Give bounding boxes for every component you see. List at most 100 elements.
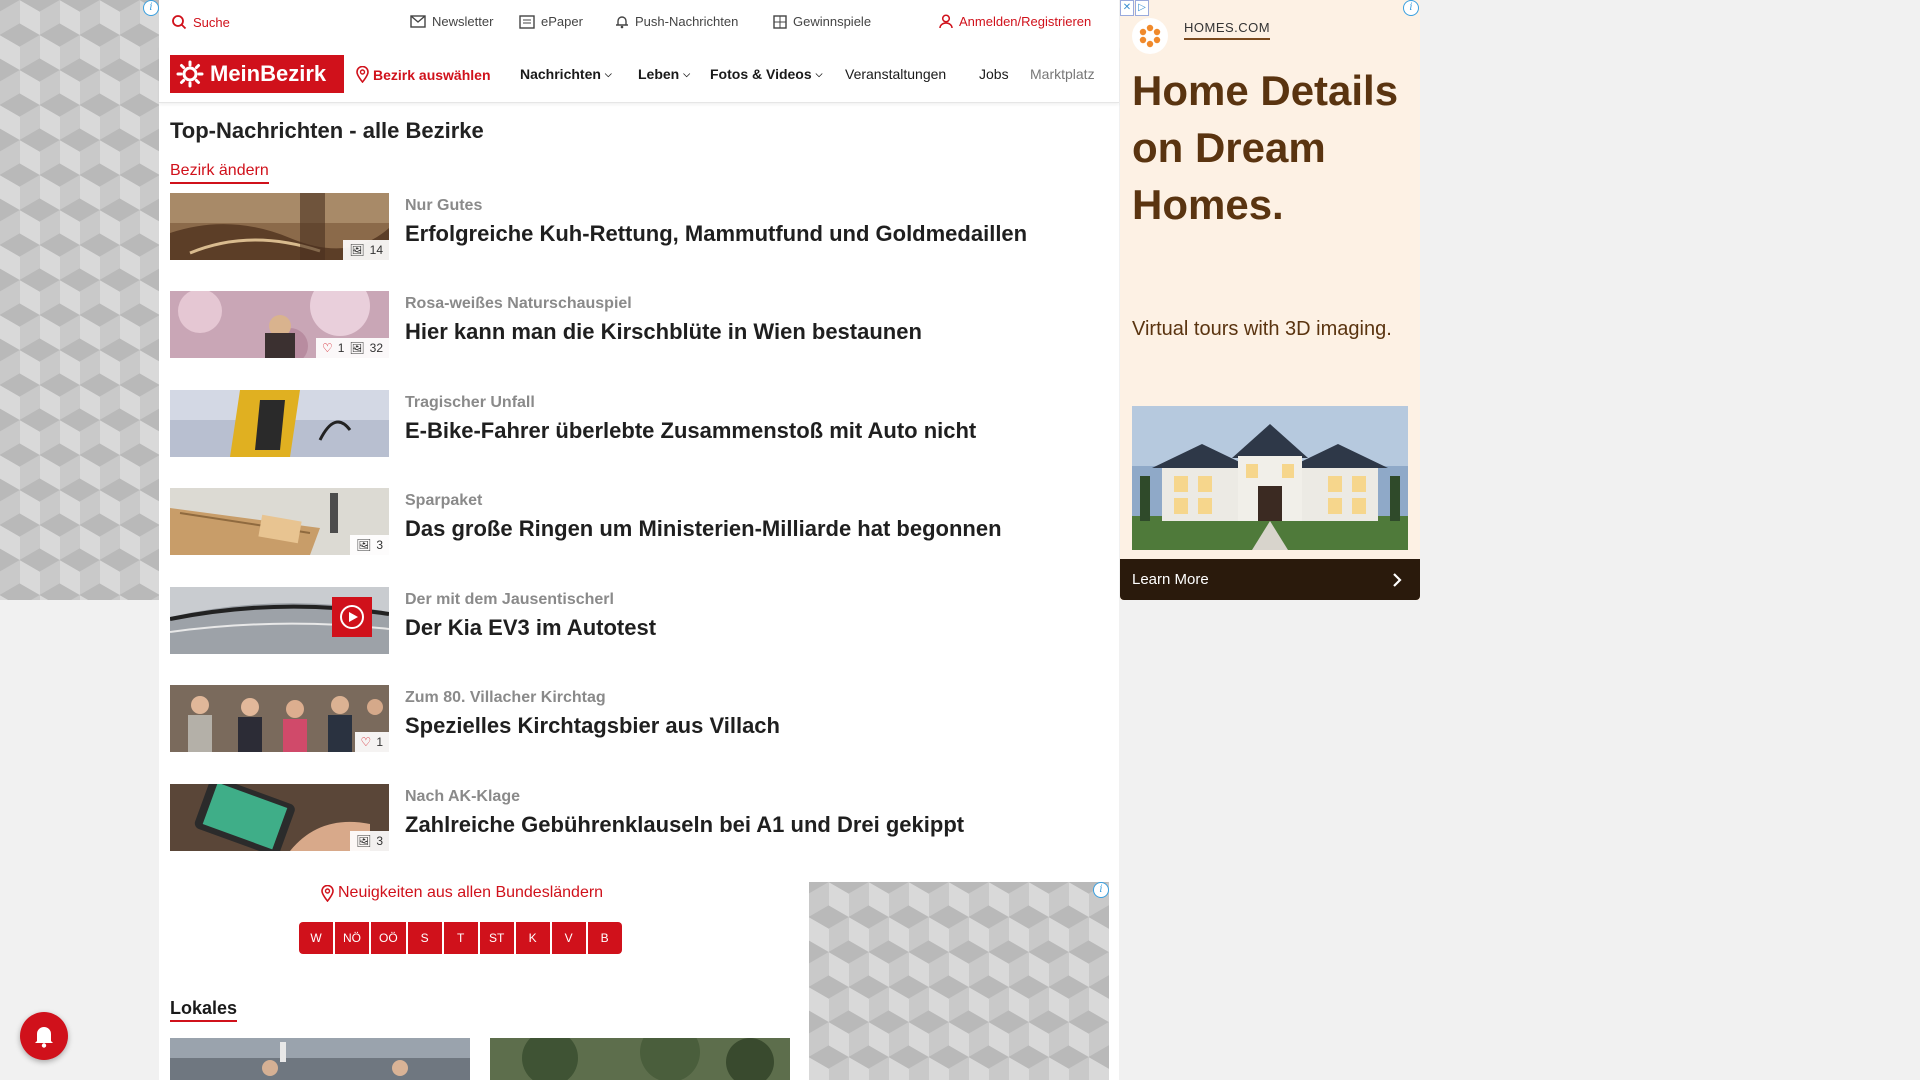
left-skyscraper-ad[interactable] bbox=[0, 0, 159, 600]
adchoices-icon[interactable]: ▷ bbox=[1135, 0, 1149, 16]
state-button-noe[interactable]: NÖ bbox=[335, 922, 369, 954]
sun-logo-icon bbox=[176, 60, 204, 88]
ad-choices[interactable]: ✕ ▷ bbox=[1120, 0, 1149, 16]
article-headline[interactable]: Erfolgreiche Kuh-Rettung, Mammutfund und… bbox=[405, 221, 1027, 247]
user-icon bbox=[939, 14, 953, 29]
local-article-image bbox=[490, 1038, 790, 1080]
nav-veranstaltungen-label: Veranstaltungen bbox=[845, 66, 947, 82]
federal-states-link[interactable]: Neuigkeiten aus allen Bundesländern bbox=[321, 884, 603, 902]
article-item[interactable]: 🖼 3 Sparpaket Das große Ringen um Minist… bbox=[170, 488, 1100, 556]
search-link[interactable]: Suche bbox=[171, 14, 230, 30]
article-thumbnail[interactable]: ♡ 1 🖼 32 bbox=[170, 291, 389, 358]
mail-icon bbox=[410, 15, 426, 28]
like-count: 1 bbox=[376, 735, 383, 749]
chevron-right-icon bbox=[1393, 572, 1402, 587]
state-button-b[interactable]: B bbox=[587, 922, 622, 954]
inline-ad[interactable] bbox=[809, 882, 1109, 1080]
search-label: Suche bbox=[193, 14, 230, 30]
nav-jobs-label: Jobs bbox=[979, 66, 1009, 82]
nav-leben-label: Leben bbox=[638, 66, 680, 82]
state-button-s[interactable]: S bbox=[407, 922, 442, 954]
article-thumbnail[interactable]: ♡ 1 bbox=[170, 685, 389, 752]
article-item[interactable]: Tragischer Unfall E-Bike-Fahrer überlebt… bbox=[170, 390, 1100, 458]
map-pin-icon bbox=[356, 66, 369, 83]
ad-subtext: Virtual tours with 3D imaging. bbox=[1132, 318, 1392, 340]
federal-states-buttons: W NÖ OÖ S T ST K V B bbox=[299, 922, 622, 954]
nav-nachrichten[interactable]: Nachrichten ⌵ bbox=[520, 66, 612, 82]
state-button-w[interactable]: W bbox=[299, 922, 333, 954]
cta-label: Learn More bbox=[1132, 571, 1209, 588]
gallery-icon: 🖼 bbox=[356, 834, 372, 848]
article-headline[interactable]: Hier kann man die Kirschblüte in Wien be… bbox=[405, 319, 922, 345]
logo-text: MeinBezirk bbox=[210, 61, 327, 86]
homes-ad[interactable]: HOMES.COM Home Details on Dream Homes. V… bbox=[1120, 0, 1420, 600]
image-count: 32 bbox=[369, 341, 383, 355]
engagement-badge: ♡ 1 🖼 32 bbox=[315, 338, 389, 358]
change-district-link[interactable]: Bezirk ändern bbox=[170, 162, 269, 184]
ad-info-icon[interactable]: i bbox=[1403, 0, 1419, 16]
article-headline[interactable]: Zahlreiche Gebührenklauseln bei A1 und D… bbox=[405, 812, 964, 838]
article-headline[interactable]: Spezielles Kirchtagsbier aus Villach bbox=[405, 713, 780, 739]
state-button-st[interactable]: ST bbox=[479, 922, 514, 954]
main-column: Suche Newsletter ePaper Push-Nachrichten… bbox=[159, 0, 1119, 1080]
nav-marktplatz[interactable]: Marktplatz bbox=[1030, 66, 1110, 82]
article-thumbnail[interactable]: 🖼 3 bbox=[170, 784, 389, 851]
nav-marktplatz-label: Marktplatz bbox=[1030, 66, 1095, 82]
heart-icon: ♡ bbox=[360, 735, 372, 749]
local-article-thumbnail[interactable] bbox=[170, 1038, 470, 1080]
article-item[interactable]: 🖼 14 Nur Gutes Erfolgreiche Kuh-Rettung,… bbox=[170, 193, 1100, 261]
article-item[interactable]: ♡ 1 Zum 80. Villacher Kirchtag Spezielle… bbox=[170, 685, 1100, 753]
notification-bell-button[interactable] bbox=[20, 1012, 68, 1060]
utility-bar: Suche Newsletter ePaper Push-Nachrichten… bbox=[169, 10, 1109, 36]
article-item[interactable]: Der mit dem Jausentischerl Der Kia EV3 i… bbox=[170, 587, 1100, 655]
login-link[interactable]: Anmelden/Registrieren bbox=[939, 14, 1091, 29]
gallery-icon: 🖼 bbox=[349, 243, 365, 257]
page-title: Top-Nachrichten - alle Bezirke bbox=[170, 118, 484, 143]
epaper-link[interactable]: ePaper bbox=[519, 14, 583, 29]
nav-leben[interactable]: Leben ⌵ bbox=[638, 66, 690, 82]
video-play-button[interactable] bbox=[332, 597, 372, 637]
gift-icon bbox=[773, 14, 787, 29]
state-button-ooe[interactable]: OÖ bbox=[371, 922, 406, 954]
ad-brand: HOMES.COM bbox=[1184, 20, 1271, 40]
push-notifications-link[interactable]: Push-Nachrichten bbox=[615, 14, 738, 29]
close-ad-icon[interactable]: ✕ bbox=[1120, 0, 1134, 16]
article-thumbnail[interactable]: 🖼 3 bbox=[170, 488, 389, 555]
nav-jobs[interactable]: Jobs bbox=[979, 66, 1009, 82]
nav-fotos-videos[interactable]: Fotos & Videos ⌵ bbox=[710, 66, 822, 82]
state-button-k[interactable]: K bbox=[515, 922, 550, 954]
article-headline[interactable]: E-Bike-Fahrer überlebte Zusammenstoß mit… bbox=[405, 418, 976, 444]
local-section-title[interactable]: Lokales bbox=[170, 998, 238, 1022]
nav-veranstaltungen[interactable]: Veranstaltungen bbox=[845, 66, 946, 82]
gallery-icon: 🖼 bbox=[356, 538, 372, 552]
article-kicker: Tragischer Unfall bbox=[405, 394, 535, 411]
nav-fotos-videos-label: Fotos & Videos bbox=[710, 66, 812, 82]
federal-states-section: Neuigkeiten aus allen Bundesländern W NÖ… bbox=[159, 880, 799, 970]
local-article-thumbnail[interactable] bbox=[490, 1038, 790, 1080]
login-label: Anmelden/Registrieren bbox=[959, 14, 1092, 29]
state-button-v[interactable]: V bbox=[551, 922, 586, 954]
choose-district-button[interactable]: Bezirk auswählen bbox=[356, 66, 491, 83]
article-item[interactable]: ♡ 1 🖼 32 Rosa-weißes Naturschauspiel Hie… bbox=[170, 291, 1100, 359]
homes-logo-icon bbox=[1132, 18, 1168, 54]
site-logo[interactable]: MeinBezirk bbox=[170, 55, 344, 93]
article-thumbnail[interactable]: 🖼 14 bbox=[170, 193, 389, 260]
push-label: Push-Nachrichten bbox=[635, 14, 739, 29]
chevron-down-icon: ⌵ bbox=[683, 68, 691, 79]
article-headline[interactable]: Der Kia EV3 im Autotest bbox=[405, 615, 656, 641]
ad-info-icon[interactable]: i bbox=[1093, 882, 1109, 898]
nav-nachrichten-label: Nachrichten bbox=[520, 66, 601, 82]
games-link[interactable]: Gewinnspiele bbox=[773, 14, 871, 29]
article-item[interactable]: 🖼 3 Nach AK-Klage Zahlreiche Gebührenkla… bbox=[170, 784, 1100, 852]
article-thumbnail[interactable] bbox=[170, 587, 389, 654]
ad-info-icon[interactable]: i bbox=[143, 0, 159, 16]
image-count: 14 bbox=[369, 243, 383, 257]
state-button-t[interactable]: T bbox=[443, 922, 478, 954]
article-kicker: Der mit dem Jausentischerl bbox=[405, 591, 614, 608]
choose-district-label: Bezirk auswählen bbox=[373, 66, 491, 83]
learn-more-button[interactable]: Learn More bbox=[1120, 559, 1420, 600]
article-headline[interactable]: Das große Ringen um Ministerien-Milliard… bbox=[405, 516, 1002, 542]
article-thumbnail[interactable] bbox=[170, 390, 389, 457]
newsletter-label: Newsletter bbox=[432, 14, 494, 29]
newsletter-link[interactable]: Newsletter bbox=[410, 14, 493, 29]
